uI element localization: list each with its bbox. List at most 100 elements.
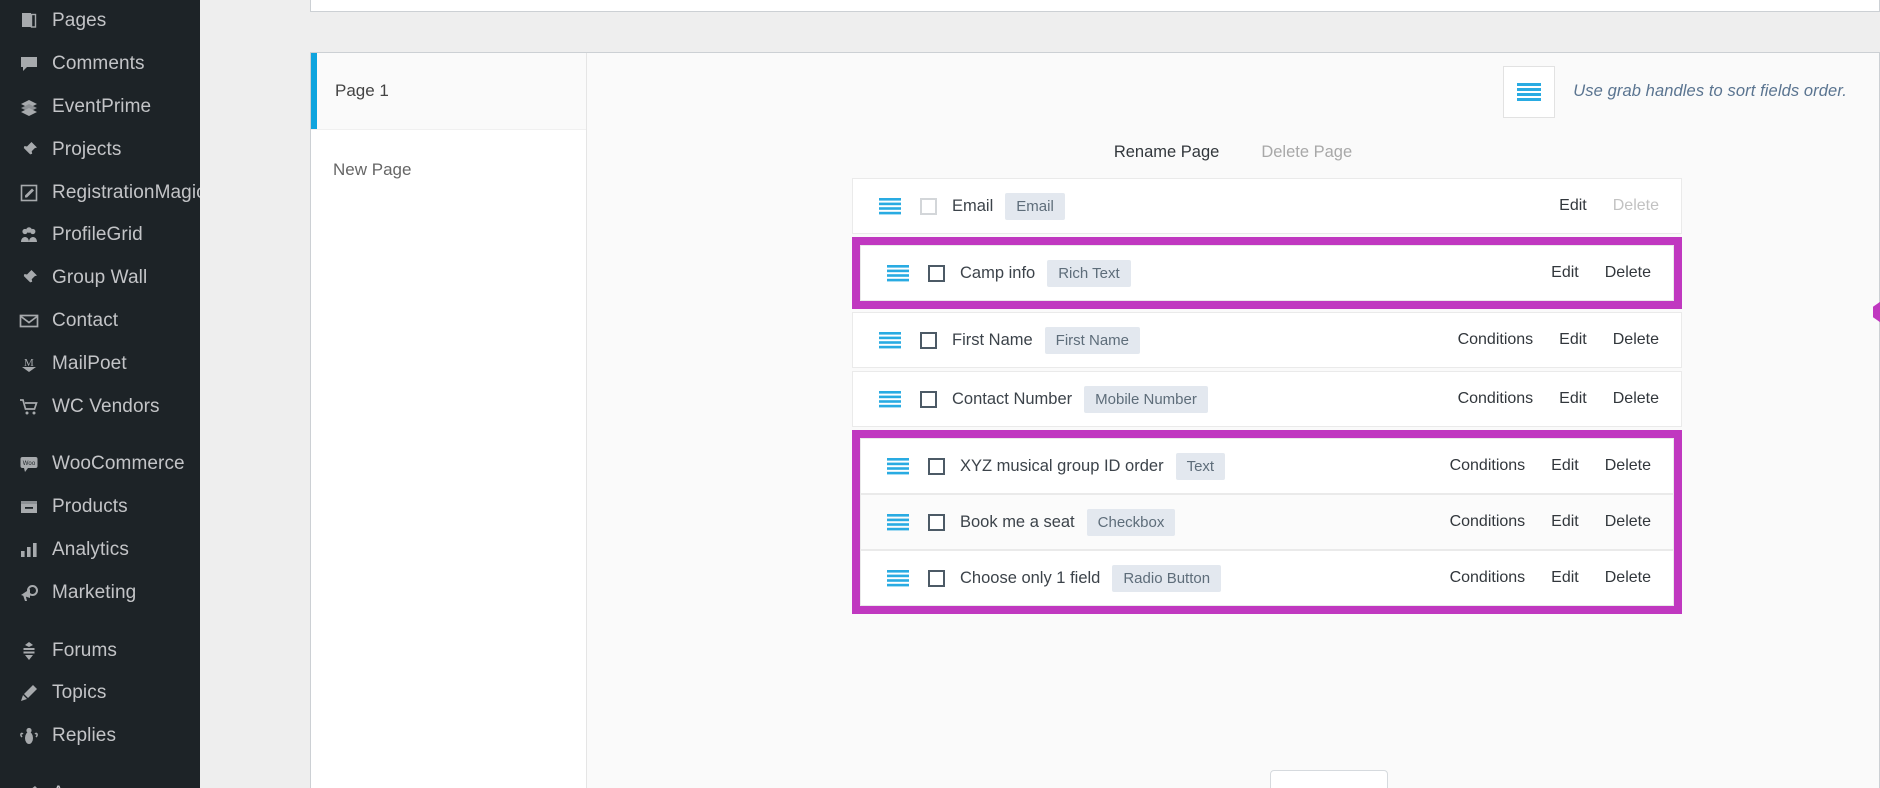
top-panel-stub — [310, 0, 1880, 12]
field-row[interactable]: Contact Number Mobile Number Conditions Edi… — [852, 371, 1682, 427]
sidebar-item-wc-vendors[interactable]: WC Vendors — [0, 385, 200, 428]
eventprime-icon — [10, 97, 48, 117]
grab-handle-icon[interactable] — [885, 569, 911, 587]
sidebar-item-pages[interactable]: Pages — [0, 0, 200, 43]
sidebar-item-label: EventPrime — [52, 95, 152, 117]
sidebar-item-label: Forums — [52, 639, 117, 661]
field-select-checkbox[interactable] — [928, 513, 945, 531]
forums-icon — [10, 641, 48, 661]
sidebar-item-group-wall[interactable]: Group Wall — [0, 257, 200, 300]
sidebar-item-mailpoet[interactable]: M MailPoet — [0, 342, 200, 385]
sidebar-item-registrationmagic[interactable]: RegistrationMagic — [0, 171, 200, 214]
sidebar-separator — [0, 428, 200, 443]
sidebar-item-analytics[interactable]: Analytics — [0, 529, 200, 572]
field-select-checkbox[interactable] — [920, 331, 937, 349]
conditions-link[interactable]: Conditions — [1450, 569, 1526, 587]
highlighted-field-group: Camp info Rich Text Edit Delete — [852, 237, 1682, 309]
field-row[interactable]: First Name First Name Conditions Edit Delete — [852, 312, 1682, 368]
field-type-badge: First Name — [1044, 326, 1141, 354]
sidebar-item-label: Replies — [52, 725, 117, 747]
field-row[interactable]: Choose only 1 field Radio Button Condition… — [860, 550, 1674, 606]
mailpoet-icon: M — [10, 354, 48, 374]
field-row[interactable]: XYZ musical group ID order Text Conditions… — [860, 438, 1674, 494]
bottom-action-button[interactable] — [1270, 770, 1388, 788]
field-label: Email — [952, 196, 994, 215]
field-type-badge: Text — [1175, 452, 1226, 480]
grab-handle-icon[interactable] — [877, 390, 903, 408]
sidebar-item-comments[interactable]: Comments — [0, 43, 200, 86]
field-type-badge: Rich Text — [1047, 259, 1131, 287]
field-row-actions: Conditions Edit Delete — [1458, 390, 1681, 408]
grab-handle-icon[interactable] — [877, 331, 903, 349]
edit-link[interactable]: Edit — [1551, 264, 1579, 282]
sidebar-item-label: Products — [52, 496, 128, 518]
delete-page-link[interactable]: Delete Page — [1261, 143, 1352, 162]
sidebar-item-topics[interactable]: Topics — [0, 672, 200, 715]
edit-link[interactable]: Edit — [1551, 569, 1579, 587]
sidebar-item-forums[interactable]: Forums — [0, 629, 200, 672]
field-select-checkbox[interactable] — [928, 264, 945, 282]
conditions-link[interactable]: Conditions — [1450, 513, 1526, 531]
woocommerce-icon: Woo — [10, 454, 48, 474]
sidebar-item-projects[interactable]: Projects — [0, 128, 200, 171]
edit-link[interactable]: Edit — [1551, 513, 1579, 531]
delete-link[interactable]: Delete — [1605, 513, 1651, 531]
new-page-button[interactable]: New Page — [311, 130, 586, 180]
edit-link[interactable]: Edit — [1559, 197, 1587, 215]
sidebar-item-label: Comments — [52, 53, 145, 75]
sidebar-item-products[interactable]: Products — [0, 486, 200, 529]
field-row[interactable]: Book me a seat Checkbox Conditions Edit Dele… — [860, 494, 1674, 550]
grab-handle-icon[interactable] — [885, 513, 911, 531]
field-select-checkbox[interactable] — [920, 197, 937, 215]
delete-link[interactable]: Delete — [1613, 390, 1659, 408]
field-row[interactable]: Email Email Edit Delete — [852, 178, 1682, 234]
sidebar-item-marketing[interactable]: Marketing — [0, 571, 200, 614]
sidebar-item-eventprime[interactable]: EventPrime — [0, 86, 200, 129]
edit-link[interactable]: Edit — [1559, 390, 1587, 408]
field-row-actions: Edit Delete — [1551, 264, 1673, 282]
topics-icon — [10, 683, 48, 703]
sidebar-separator — [0, 758, 200, 773]
page-tab-page-1[interactable]: Page 1 — [311, 53, 586, 130]
delete-link[interactable]: Delete — [1605, 457, 1651, 475]
field-select-checkbox[interactable] — [928, 569, 945, 587]
fields-list: Email Email Edit Delete Camp info Rich Text Ed… — [852, 178, 1682, 614]
edit-link[interactable]: Edit — [1551, 457, 1579, 475]
pin-icon — [10, 140, 48, 160]
grab-handle-icon[interactable] — [885, 264, 911, 282]
sidebar-item-label: Analytics — [52, 538, 129, 560]
pages-icon — [10, 11, 48, 31]
field-select-checkbox[interactable] — [920, 390, 937, 408]
edit-link[interactable]: Edit — [1559, 331, 1587, 349]
delete-link[interactable]: Delete — [1613, 331, 1659, 349]
conditions-link[interactable]: Conditions — [1458, 390, 1534, 408]
conditions-link[interactable]: Conditions — [1450, 457, 1526, 475]
field-row[interactable]: Camp info Rich Text Edit Delete — [860, 245, 1674, 301]
field-group: First Name First Name Conditions Edit Delete — [852, 312, 1682, 368]
conditions-link[interactable]: Conditions — [1458, 331, 1534, 349]
delete-link[interactable]: Delete — [1605, 569, 1651, 587]
sidebar-item-woocommerce[interactable]: Woo WooCommerce — [0, 443, 200, 486]
field-select-checkbox[interactable] — [928, 457, 945, 475]
pin-icon — [10, 268, 48, 288]
rename-page-link[interactable]: Rename Page — [1114, 143, 1220, 162]
sidebar-item-appearance[interactable]: Appearance — [0, 773, 200, 788]
grab-handle-icon[interactable] — [877, 197, 903, 215]
page-actions: Rename Page Delete Page — [587, 143, 1879, 162]
sidebar-item-label: Projects — [52, 138, 122, 160]
sidebar-item-contact[interactable]: Contact — [0, 300, 200, 343]
sidebar-item-profilegrid[interactable]: ProfileGrid — [0, 214, 200, 257]
grab-handle-icon[interactable] — [1503, 65, 1556, 118]
field-row-actions: Conditions Edit Delete — [1458, 331, 1681, 349]
field-label: Camp info — [960, 263, 1036, 282]
field-type-badge: Radio Button — [1112, 564, 1222, 592]
sidebar-item-label: MailPoet — [52, 352, 127, 374]
registrationmagic-icon — [10, 183, 48, 203]
delete-link[interactable]: Delete — [1613, 197, 1659, 215]
delete-link[interactable]: Delete — [1605, 264, 1651, 282]
sidebar-item-replies[interactable]: Replies — [0, 715, 200, 758]
grab-handle-icon[interactable] — [885, 457, 911, 475]
sidebar-item-label: Pages — [52, 10, 107, 32]
sidebar-item-label: Topics — [52, 682, 107, 704]
analytics-icon — [10, 540, 48, 560]
